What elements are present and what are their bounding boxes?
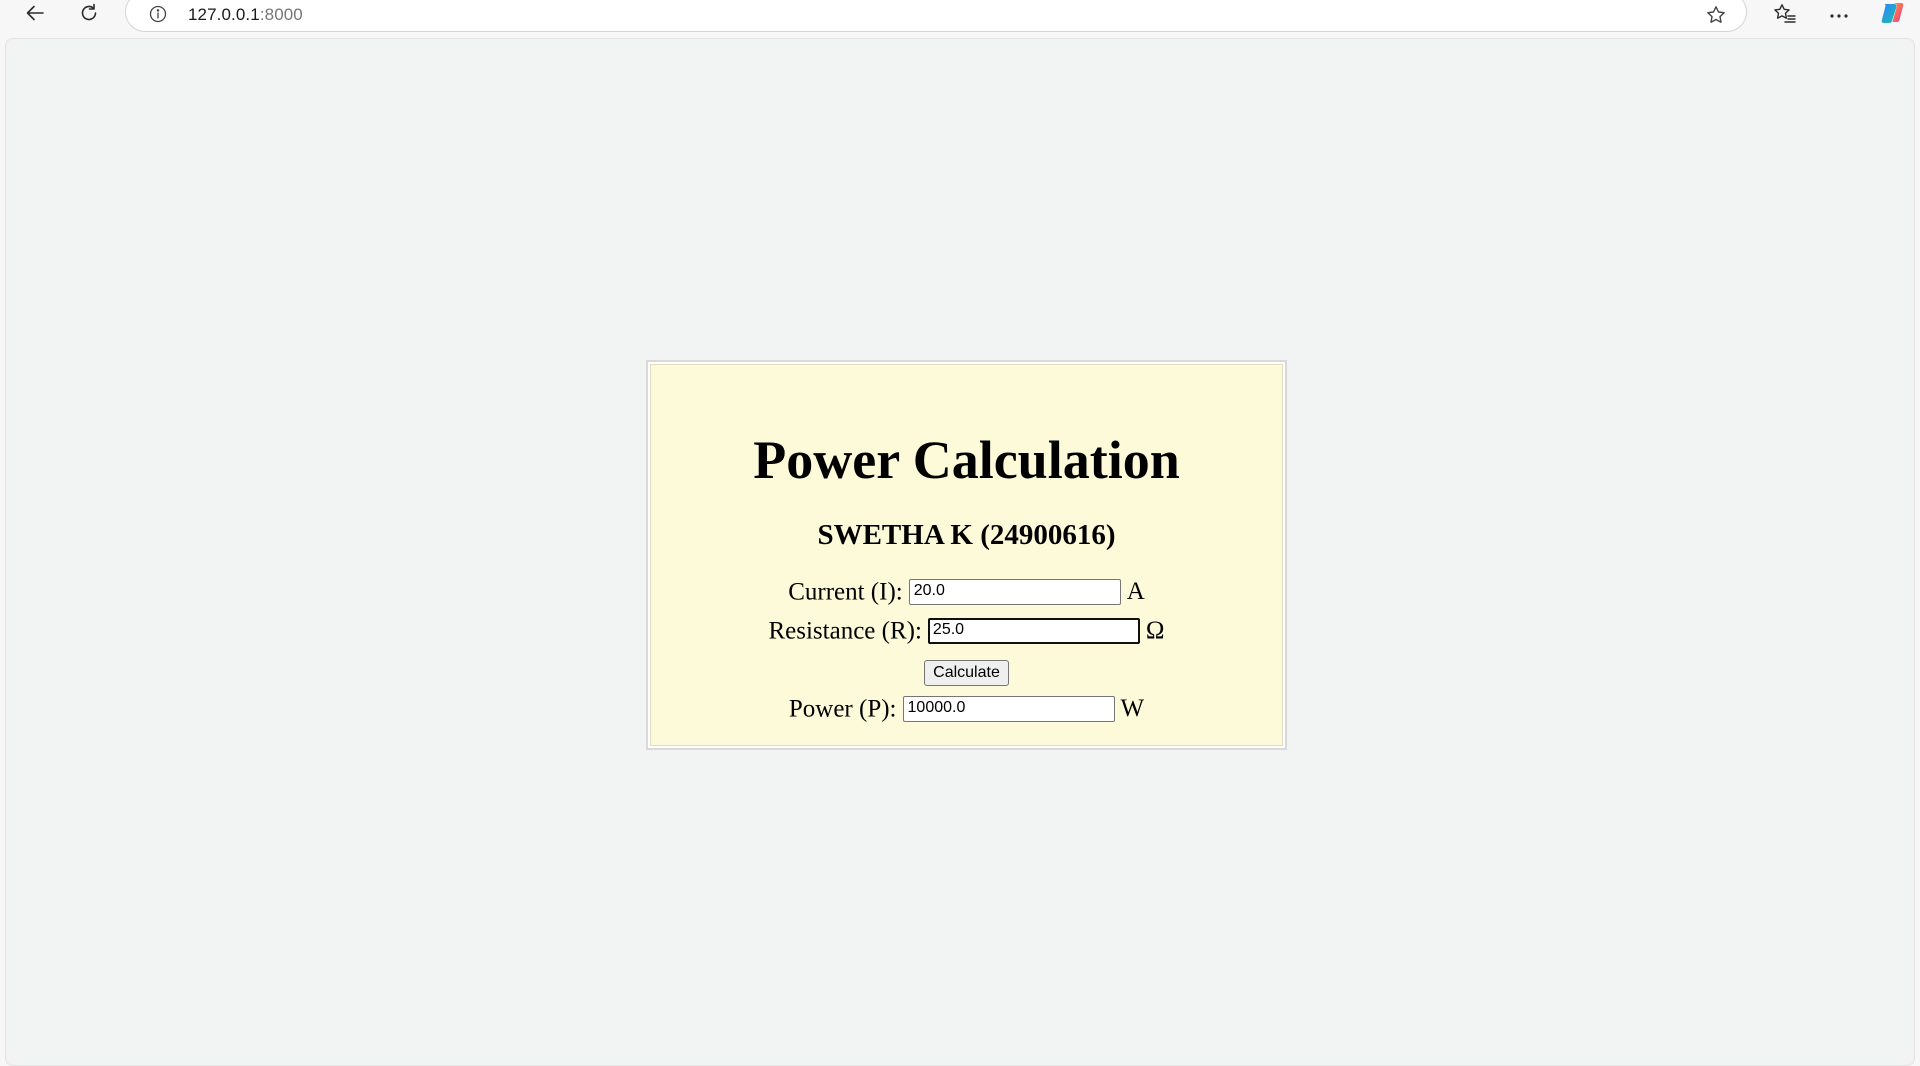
resistance-unit: Ω <box>1145 617 1165 645</box>
browser-toolbar: 127.0.0.1:8000 <box>0 0 1920 37</box>
copilot-button[interactable] <box>1875 0 1911 30</box>
button-row: Calculate <box>650 660 1283 686</box>
power-row: Power (P): 10000.0 W <box>650 694 1283 723</box>
resistance-label: Resistance (R): <box>768 617 922 645</box>
favorites-button[interactable] <box>1767 0 1803 30</box>
current-unit: A <box>1126 578 1145 606</box>
power-label: Power (P): <box>788 695 897 723</box>
url-text[interactable]: 127.0.0.1:8000 <box>188 5 303 25</box>
power-unit: W <box>1120 695 1145 723</box>
resistance-row: Resistance (R): 25.0 Ω <box>650 616 1283 645</box>
favorites-icon <box>1773 2 1797 29</box>
copilot-icon <box>1880 0 1906 31</box>
reload-icon <box>78 2 100 29</box>
page-viewport: Power Calculation SWETHA K (24900616) Cu… <box>5 38 1915 1066</box>
current-row: Current (I): 20.0 A <box>650 577 1283 606</box>
student-name-id: SWETHA K (24900616) <box>817 519 1116 551</box>
more-menu-button[interactable] <box>1821 0 1857 30</box>
resistance-input[interactable]: 25.0 <box>927 618 1140 645</box>
power-calculator-card: Power Calculation SWETHA K (24900616) Cu… <box>646 360 1287 750</box>
calculate-button[interactable]: Calculate <box>924 660 1009 686</box>
reload-button[interactable] <box>71 0 107 30</box>
address-bar[interactable]: 127.0.0.1:8000 <box>125 0 1747 32</box>
url-host: 127.0.0.1 <box>188 5 260 24</box>
current-label: Current (I): <box>788 578 903 606</box>
back-button[interactable] <box>17 0 53 30</box>
back-arrow-icon <box>24 2 46 29</box>
url-port: :8000 <box>259 5 303 24</box>
info-icon[interactable] <box>148 4 168 24</box>
star-icon[interactable] <box>1704 3 1728 27</box>
current-input[interactable]: 20.0 <box>908 579 1121 606</box>
page-title: Power Calculation <box>753 430 1180 490</box>
more-icon <box>1829 6 1849 24</box>
power-output[interactable]: 10000.0 <box>902 696 1115 723</box>
